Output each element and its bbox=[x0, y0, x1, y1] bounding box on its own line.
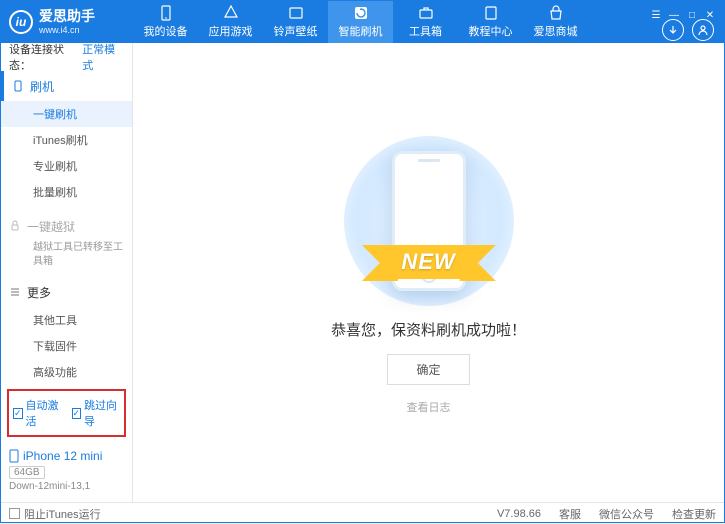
sidebar-item-pro-flash[interactable]: 专业刷机 bbox=[1, 153, 132, 179]
phone-icon bbox=[158, 5, 174, 21]
device-info: iPhone 12 mini 64GB Down-12mini-13,1 bbox=[1, 445, 132, 502]
nav-apps[interactable]: 应用游戏 bbox=[198, 1, 263, 43]
checkbox-block-itunes[interactable]: 阻止iTunes运行 bbox=[9, 506, 101, 522]
main-content: NEW 恭喜您，保资料刷机成功啦！ 确定 查看日志 bbox=[133, 43, 724, 502]
checkbox-label: 跳过向导 bbox=[84, 397, 120, 429]
nav-flash[interactable]: 智能刷机 bbox=[328, 1, 393, 43]
store-icon bbox=[548, 5, 564, 21]
phone-icon bbox=[9, 449, 19, 463]
new-ribbon: NEW bbox=[383, 245, 473, 279]
checkbox-auto-activate[interactable]: ✓自动激活 bbox=[13, 397, 62, 429]
flash-icon bbox=[353, 5, 369, 21]
nav-label: 爱思商城 bbox=[534, 23, 578, 39]
device-firmware: Down-12mini-13,1 bbox=[9, 481, 124, 492]
section-label: 更多 bbox=[27, 284, 51, 301]
statusbar: 阻止iTunes运行 V7.98.66 客服 微信公众号 检查更新 bbox=[1, 502, 724, 524]
section-label: 刷机 bbox=[30, 78, 54, 95]
main-nav: 我的设备 应用游戏 铃声壁纸 智能刷机 工具箱 教程中心 bbox=[133, 1, 650, 43]
brand-url: www.i4.cn bbox=[39, 25, 95, 35]
list-icon bbox=[9, 286, 21, 298]
toolbox-icon bbox=[418, 5, 434, 21]
connection-status: 设备连接状态： 正常模式 bbox=[1, 43, 132, 71]
sidebar-section-jailbreak: 一键越狱 bbox=[1, 211, 132, 241]
section-label: 一键越狱 bbox=[27, 218, 75, 235]
checkbox-skip-setup[interactable]: ✓跳过向导 bbox=[72, 397, 121, 429]
nav-my-device[interactable]: 我的设备 bbox=[133, 1, 198, 43]
sidebar-section-more[interactable]: 更多 bbox=[1, 277, 132, 307]
wallpaper-icon bbox=[288, 5, 304, 21]
nav-ringtones[interactable]: 铃声壁纸 bbox=[263, 1, 328, 43]
brand-name: 爱思助手 bbox=[39, 9, 95, 24]
checkmark-icon: ✓ bbox=[72, 408, 82, 419]
lock-icon bbox=[9, 220, 21, 232]
checkmark-icon: ✓ bbox=[13, 408, 23, 419]
nav-toolbox[interactable]: 工具箱 bbox=[393, 1, 458, 43]
sidebar-item-itunes-flash[interactable]: iTunes刷机 bbox=[1, 127, 132, 153]
version-label: V7.98.66 bbox=[497, 508, 541, 520]
status-label: 设备连接状态： bbox=[9, 41, 82, 73]
nav-tutorials[interactable]: 教程中心 bbox=[458, 1, 523, 43]
nav-label: 铃声壁纸 bbox=[274, 23, 318, 39]
phone-icon bbox=[12, 80, 24, 92]
sidebar-item-advanced[interactable]: 高级功能 bbox=[1, 359, 132, 385]
sidebar: 设备连接状态： 正常模式 刷机 一键刷机 iTunes刷机 专业刷机 批量刷机 … bbox=[1, 43, 133, 502]
wechat-link[interactable]: 微信公众号 bbox=[599, 506, 654, 522]
options-box: ✓自动激活 ✓跳过向导 bbox=[7, 389, 126, 437]
status-value: 正常模式 bbox=[82, 41, 124, 73]
nav-label: 智能刷机 bbox=[339, 23, 383, 39]
sidebar-item-batch-flash[interactable]: 批量刷机 bbox=[1, 179, 132, 205]
body: 设备连接状态： 正常模式 刷机 一键刷机 iTunes刷机 专业刷机 批量刷机 … bbox=[1, 43, 724, 502]
device-capacity: 64GB bbox=[9, 466, 45, 479]
view-log-link[interactable]: 查看日志 bbox=[407, 399, 451, 415]
jailbreak-note: 越狱工具已转移至工具箱 bbox=[1, 241, 132, 277]
nav-label: 工具箱 bbox=[409, 23, 442, 39]
sidebar-item-other-tools[interactable]: 其他工具 bbox=[1, 307, 132, 333]
nav-label: 我的设备 bbox=[144, 23, 188, 39]
user-button[interactable] bbox=[692, 19, 714, 41]
ribbon-text: NEW bbox=[383, 245, 473, 279]
checkbox-label: 自动激活 bbox=[26, 397, 62, 429]
success-message: 恭喜您，保资料刷机成功啦！ bbox=[331, 319, 526, 340]
book-icon bbox=[483, 5, 499, 21]
success-graphic: NEW bbox=[329, 131, 529, 311]
nav-label: 应用游戏 bbox=[209, 23, 253, 39]
checkbox-label: 阻止iTunes运行 bbox=[24, 506, 101, 522]
titlebar: iu 爱思助手 www.i4.cn 我的设备 应用游戏 铃声壁纸 智能刷机 bbox=[1, 1, 724, 43]
app-window: iu 爱思助手 www.i4.cn 我的设备 应用游戏 铃声壁纸 智能刷机 bbox=[0, 0, 725, 523]
ok-button[interactable]: 确定 bbox=[387, 354, 469, 385]
sidebar-section-flash[interactable]: 刷机 bbox=[1, 71, 132, 101]
apps-icon bbox=[223, 5, 239, 21]
check-update-link[interactable]: 检查更新 bbox=[672, 506, 716, 522]
device-name[interactable]: iPhone 12 mini bbox=[9, 449, 124, 463]
nav-store[interactable]: 爱思商城 bbox=[523, 1, 588, 43]
logo-icon: iu bbox=[9, 10, 33, 34]
menu-icon[interactable]: ☰ bbox=[650, 9, 662, 21]
brand: iu 爱思助手 www.i4.cn bbox=[9, 9, 133, 34]
support-link[interactable]: 客服 bbox=[559, 506, 581, 522]
sidebar-item-oneclick-flash[interactable]: 一键刷机 bbox=[1, 101, 132, 127]
sidebar-item-download-firmware[interactable]: 下载固件 bbox=[1, 333, 132, 359]
checkbox-icon bbox=[9, 508, 20, 519]
nav-label: 教程中心 bbox=[469, 23, 513, 39]
download-button[interactable] bbox=[662, 19, 684, 41]
